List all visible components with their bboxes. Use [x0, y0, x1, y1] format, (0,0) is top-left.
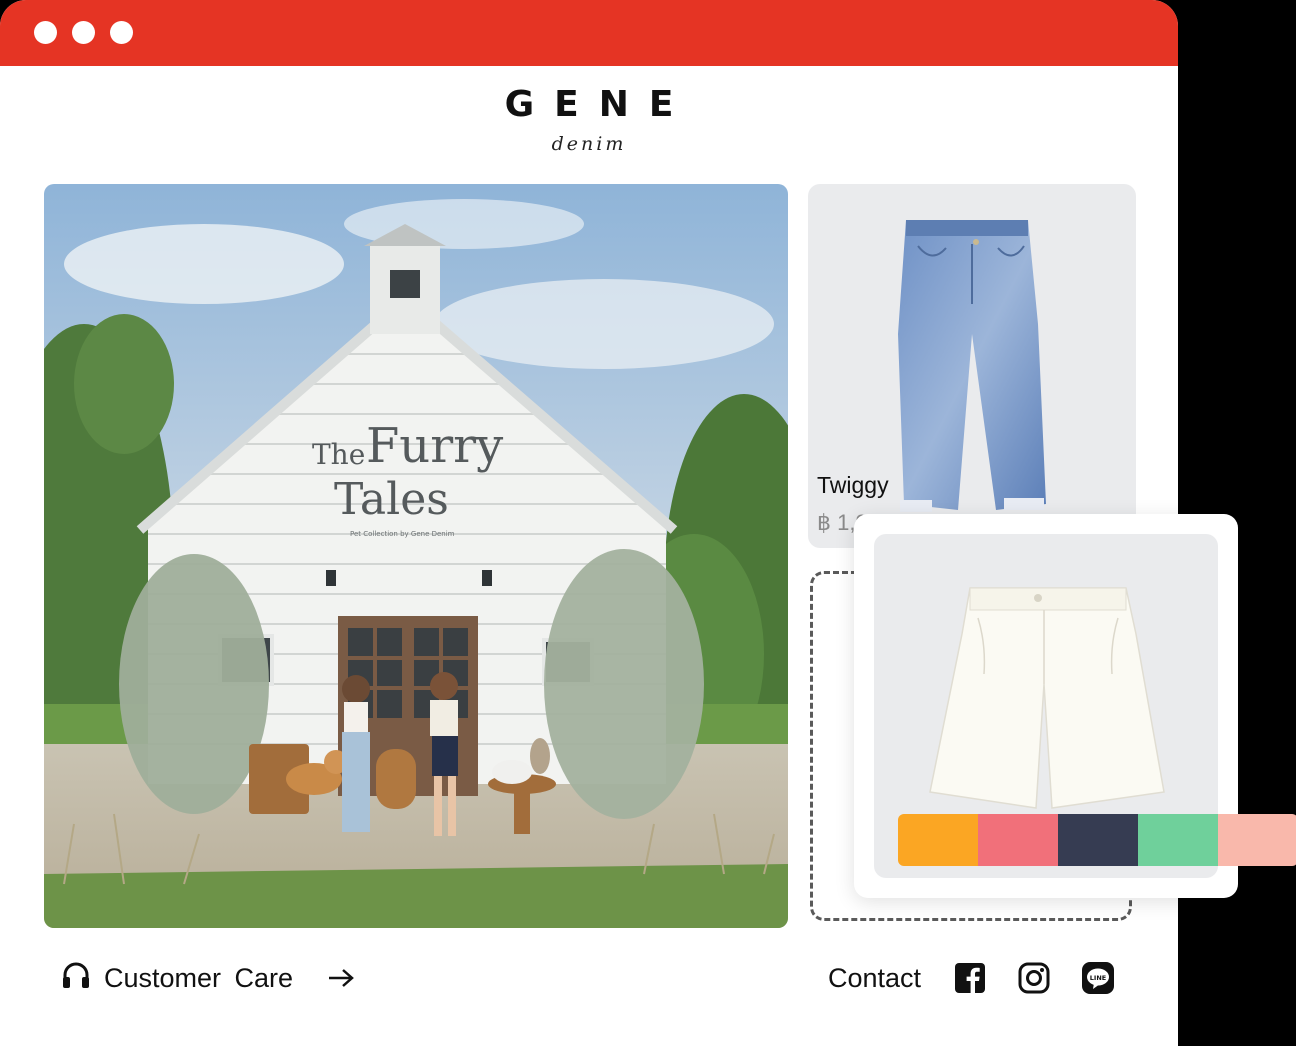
window-control-dot-2[interactable] — [72, 21, 95, 44]
title-bar — [0, 0, 1178, 66]
color-swatch-navy[interactable] — [1058, 814, 1138, 866]
customer-care-link[interactable]: Customer Care — [60, 958, 355, 998]
product-name[interactable]: Twiggy — [817, 472, 889, 499]
color-swatch-orange[interactable] — [898, 814, 978, 866]
color-swatches — [898, 814, 1296, 866]
window-control-dot-3[interactable] — [110, 21, 133, 44]
instagram-icon[interactable] — [1017, 961, 1051, 995]
hero-campaign-image[interactable]: The Furry Tales Pet Collection by Gene D… — [44, 184, 788, 928]
color-swatch-mint[interactable] — [1138, 814, 1218, 866]
contact-section: Contact LINE — [828, 958, 1145, 998]
headset-icon — [60, 960, 92, 997]
product-card-text: Twiggy ฿ 1,9 — [808, 184, 1136, 548]
line-icon[interactable]: LINE — [1081, 961, 1115, 995]
hero-sign-caption: Pet Collection by Gene Denim — [350, 530, 455, 538]
hero-sign-tales: Tales — [334, 474, 449, 525]
window-control-dot-1[interactable] — [34, 21, 57, 44]
customer-care-label: Customer Care — [104, 962, 294, 993]
hero-sign-the: The — [312, 438, 365, 471]
hero-sign-furry: Furry — [366, 418, 503, 474]
color-swatch-peach[interactable] — [1218, 814, 1296, 866]
brand-logo-name[interactable]: GENE — [0, 84, 1178, 125]
color-swatch-coral[interactable] — [978, 814, 1058, 866]
contact-label: Contact — [828, 962, 922, 993]
facebook-icon[interactable] — [953, 961, 987, 995]
arrow-right-icon[interactable] — [327, 968, 355, 988]
svg-text:LINE: LINE — [1090, 974, 1106, 982]
brand-logo-subtitle: denim — [551, 133, 627, 155]
